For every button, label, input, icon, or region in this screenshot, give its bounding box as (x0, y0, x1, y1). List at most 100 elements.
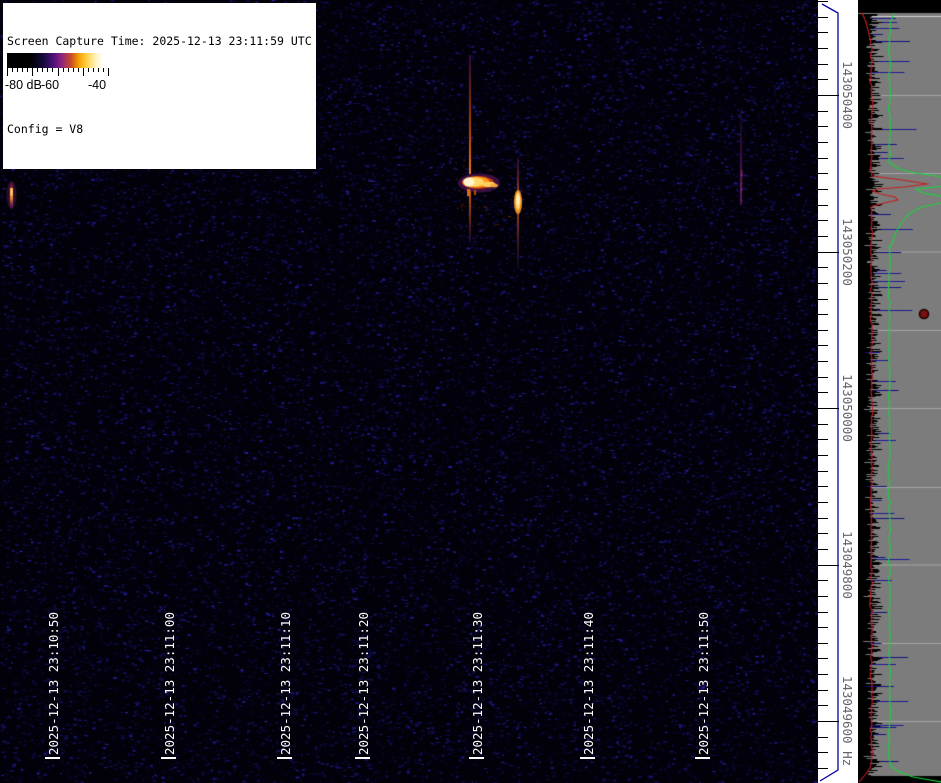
time-tick (469, 757, 484, 759)
freq-minor-tick (818, 674, 828, 675)
colorbar-tick (108, 68, 109, 76)
time-tick (580, 757, 595, 759)
freq-major-tick (818, 565, 839, 566)
freq-minor-tick (818, 690, 828, 691)
time-label: 2025-12-13 23:11:20 (356, 611, 371, 755)
freq-minor-tick (818, 283, 828, 284)
freq-minor-tick (818, 79, 828, 80)
freq-minor-tick (818, 314, 828, 315)
freq-minor-tick (818, 126, 828, 127)
colorbar-tick (47, 68, 48, 72)
time-label: 2025-12-13 23:11:00 (162, 611, 177, 755)
freq-minor-tick (818, 330, 828, 331)
time-label: 2025-12-13 23:11:50 (696, 611, 711, 755)
colorbar-tick (88, 68, 89, 72)
freq-minor-tick (818, 345, 828, 346)
freq-minor-tick (818, 737, 828, 738)
freq-minor-tick (818, 612, 828, 613)
freq-minor-tick (818, 502, 828, 503)
colorbar-tick (42, 68, 43, 72)
colorbar-ruler (4, 68, 111, 77)
time-tick (277, 757, 292, 759)
colorbar-tick (27, 68, 28, 72)
colorbar-tick (83, 68, 84, 76)
colorbar-label-max: -40 (88, 78, 106, 92)
colorbar-tick (37, 68, 38, 72)
colorbar-tick (103, 68, 104, 72)
freq-major-tick (818, 252, 839, 253)
freq-minor-tick (818, 361, 828, 362)
colorbar-tick (98, 68, 99, 72)
freq-minor-tick (818, 486, 828, 487)
freq-minor-tick (818, 549, 828, 550)
freq-label: 143050000 (841, 374, 854, 442)
freq-minor-tick (818, 596, 828, 597)
config-text: Config = V8 (7, 122, 312, 137)
colorbar-label-min: -80 dB (5, 78, 42, 92)
time-label: 2025-12-13 23:10:50 (46, 611, 61, 755)
freq-major-tick (818, 95, 839, 96)
time-tick (355, 757, 370, 759)
freq-minor-tick (818, 189, 828, 190)
colorbar-tick (78, 68, 79, 72)
colorbar-tick (17, 68, 18, 72)
freq-minor-tick (818, 1, 828, 2)
freq-minor-tick (818, 439, 828, 440)
colorbar-tick (63, 68, 64, 72)
colorbar-tick (22, 68, 23, 72)
freq-minor-tick (818, 17, 828, 18)
freq-minor-tick (818, 658, 828, 659)
freq-minor-tick (818, 32, 828, 33)
freq-minor-tick (818, 64, 828, 65)
colorbar-tick (52, 68, 53, 72)
freq-minor-tick (818, 643, 828, 644)
freq-label: 143050200 (841, 218, 854, 286)
freq-minor-tick (818, 299, 828, 300)
time-label: 2025-12-13 23:11:10 (278, 611, 293, 755)
spectrum-panel-canvas (858, 0, 941, 783)
capture-time-text: Screen Capture Time: 2025-12-13 23:11:59… (7, 34, 312, 49)
freq-minor-tick (818, 392, 828, 393)
colorbar-gradient (7, 53, 107, 68)
freq-minor-tick (818, 455, 828, 456)
freq-minor-tick (818, 627, 828, 628)
freq-minor-tick (818, 267, 828, 268)
freq-minor-tick (818, 377, 828, 378)
freq-minor-tick (818, 533, 828, 534)
freq-minor-tick (818, 111, 828, 112)
time-label: 2025-12-13 23:11:40 (581, 611, 596, 755)
time-tick (45, 757, 60, 759)
freq-minor-tick (818, 752, 828, 753)
frequency-axis: 143050400 143050200 143050000 143049800 1430… (818, 0, 858, 783)
freq-minor-tick (818, 158, 828, 159)
freq-minor-tick (818, 205, 828, 206)
colorbar-tick (93, 68, 94, 72)
freq-label: 143049800 (841, 531, 854, 599)
freq-minor-tick (818, 424, 828, 425)
freq-minor-tick (818, 48, 828, 49)
freq-minor-tick (818, 142, 828, 143)
colorbar-tick (68, 68, 69, 72)
freq-minor-tick (818, 236, 828, 237)
freq-minor-tick (818, 580, 828, 581)
colorbar-label-mid: -60 (41, 78, 59, 92)
time-tick (161, 757, 176, 759)
colorbar-tick (32, 68, 33, 76)
freq-major-tick (818, 721, 839, 722)
freq-minor-tick (818, 173, 828, 174)
time-label: 2025-12-13 23:11:30 (470, 611, 485, 755)
freq-label: 143049600 Hz (841, 676, 854, 766)
freq-minor-tick (818, 768, 828, 769)
freq-minor-tick (818, 705, 828, 706)
freq-minor-tick (818, 518, 828, 519)
colorbar-tick (7, 68, 8, 76)
colorbar-tick (58, 68, 59, 76)
colorbar-legend: -80 dB -60 -40 (4, 51, 111, 96)
spectrogram-app: Screen Capture Time: 2025-12-13 23:11:59… (0, 0, 941, 783)
time-tick (695, 757, 710, 759)
colorbar-tick (73, 68, 74, 72)
freq-major-tick (818, 408, 839, 409)
freq-minor-tick (818, 220, 828, 221)
freq-label: 143050400 (841, 61, 854, 129)
freq-minor-tick (818, 471, 828, 472)
